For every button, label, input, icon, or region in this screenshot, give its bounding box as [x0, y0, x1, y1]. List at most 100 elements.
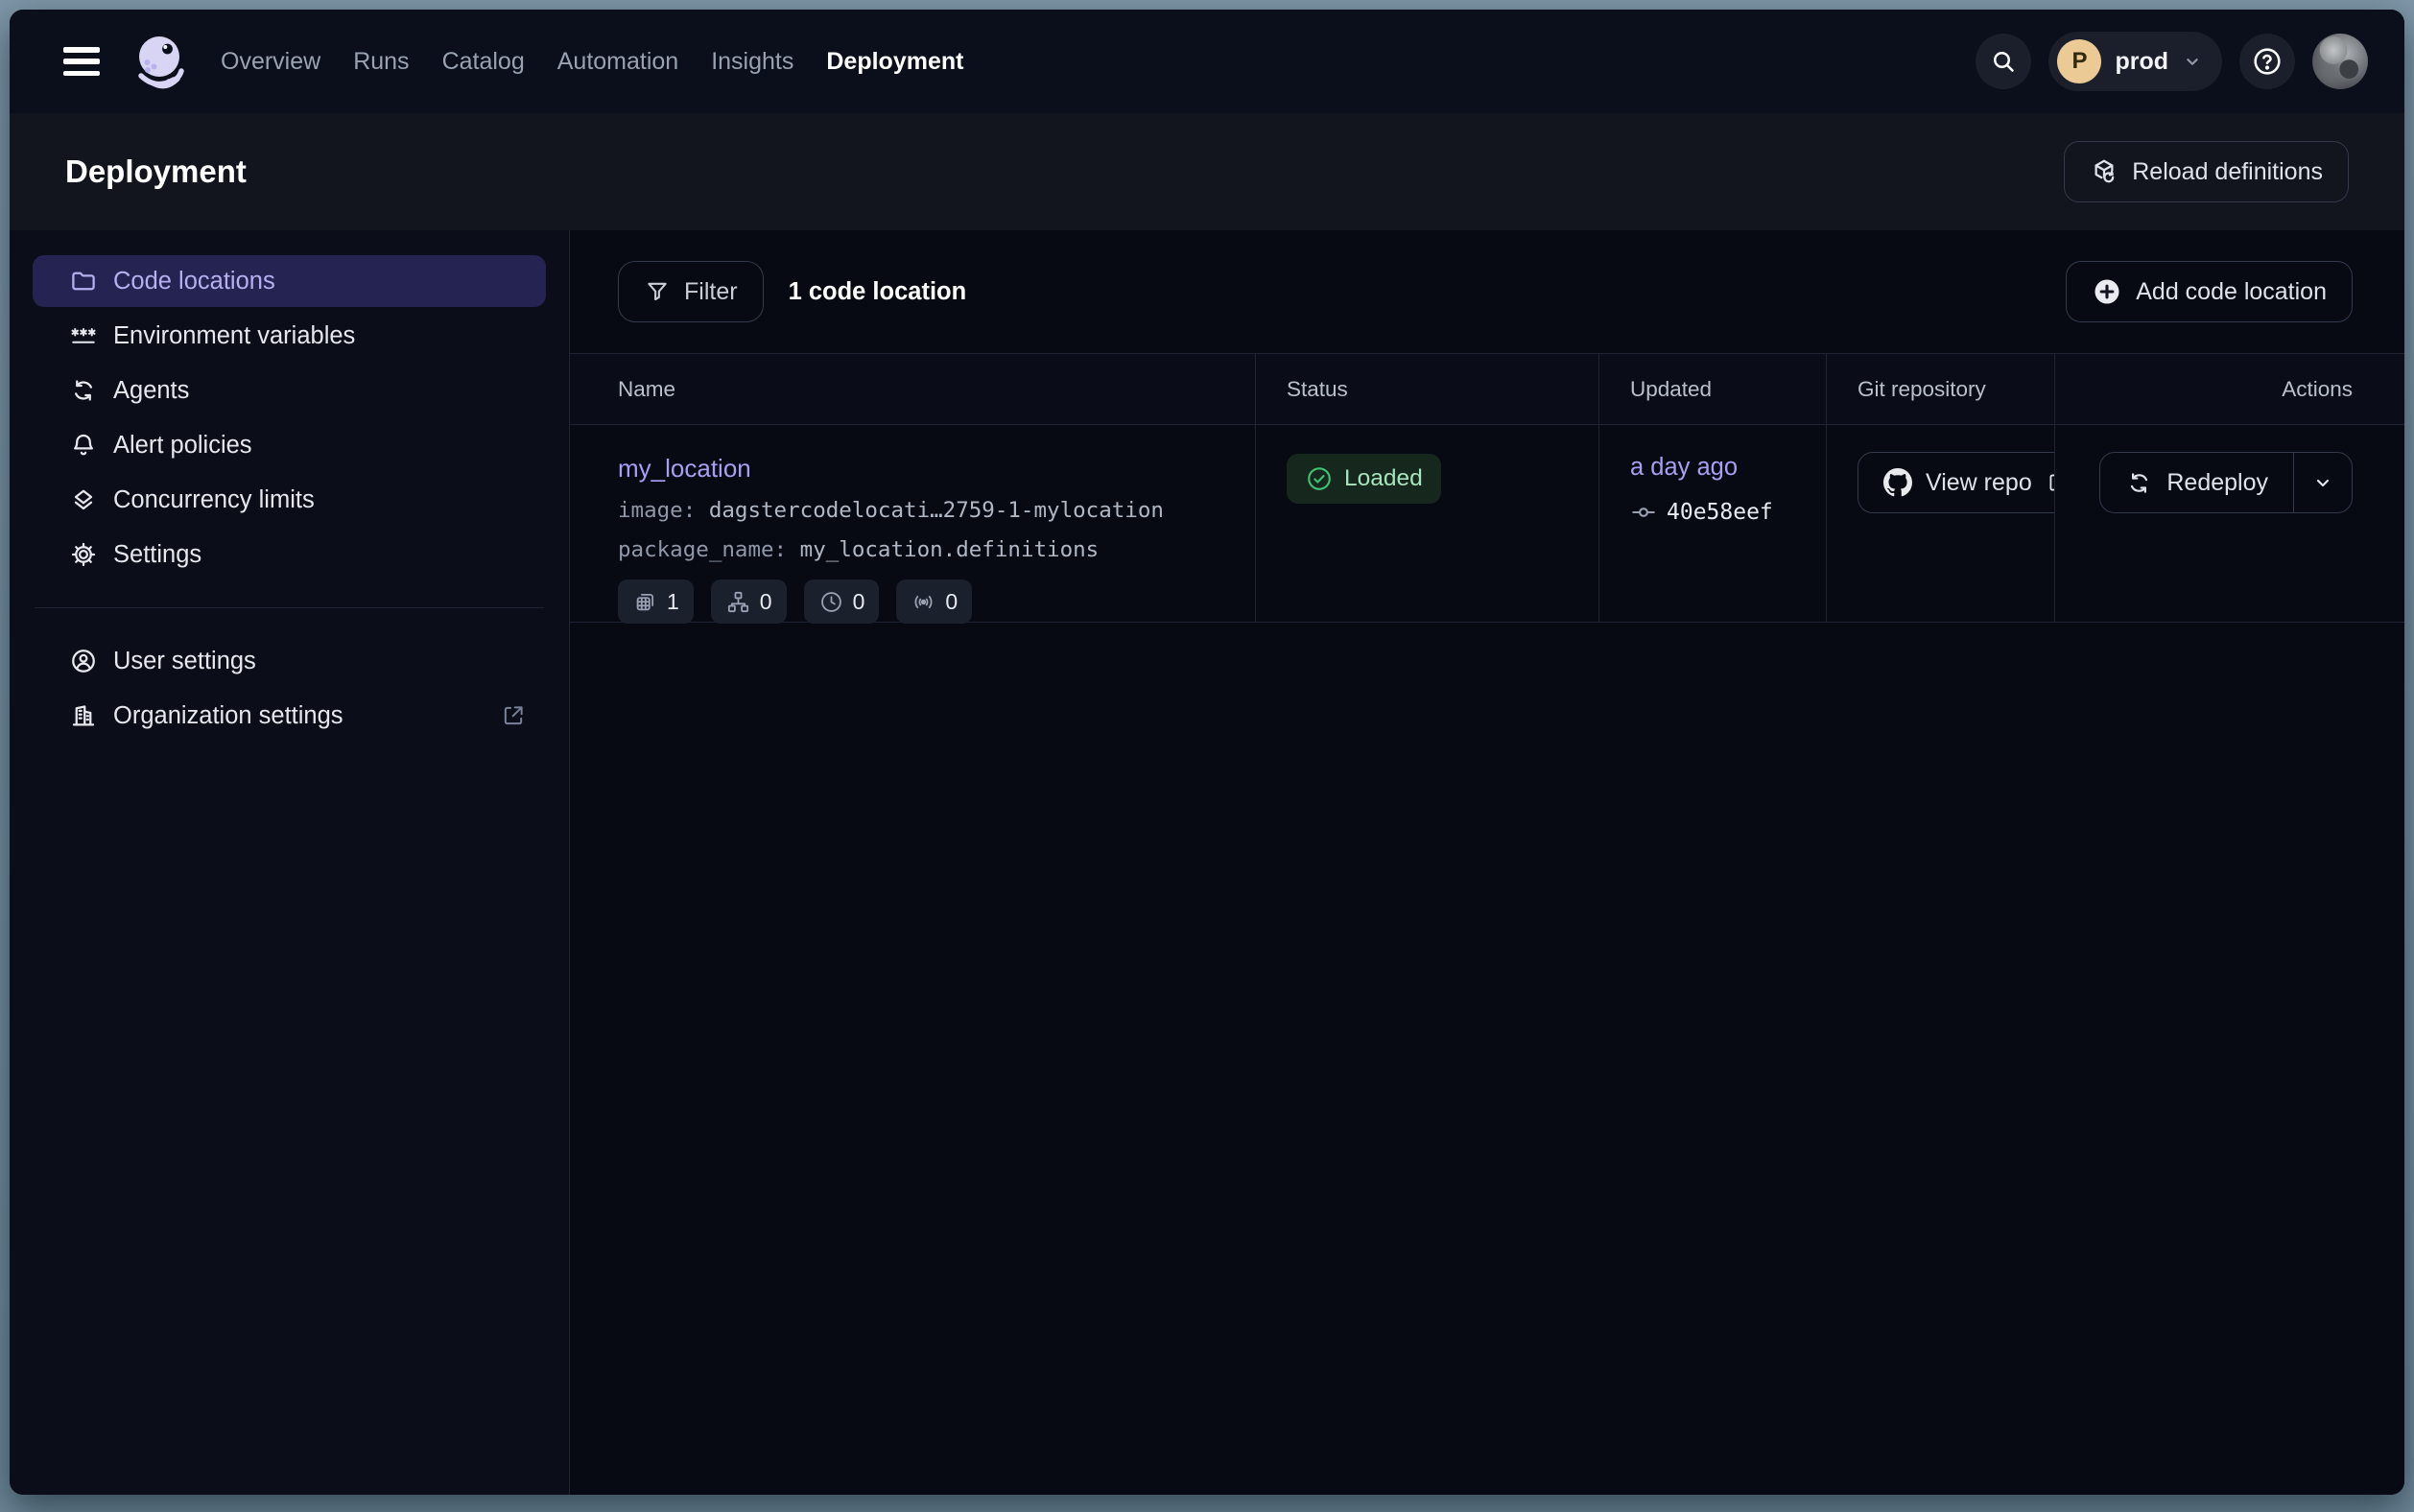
- schedules-count-badge: 0: [804, 579, 880, 624]
- nav-item-deployment[interactable]: Deployment: [826, 48, 963, 76]
- reload-definitions-button[interactable]: Reload definitions: [2064, 141, 2349, 202]
- jobs-count-badge: 0: [711, 579, 787, 624]
- commit-hash: 40e58eef: [1667, 500, 1773, 525]
- primary-nav: Overview Runs Catalog Automation Insight…: [221, 48, 963, 76]
- status-cell: Loaded: [1255, 425, 1598, 623]
- top-navbar: Overview Runs Catalog Automation Insight…: [10, 10, 2404, 113]
- sidebar-item-label: Settings: [113, 541, 201, 569]
- sidebar-item-label: Environment variables: [113, 322, 355, 350]
- updated-time-link[interactable]: a day ago: [1630, 454, 1738, 482]
- dagster-logo-icon[interactable]: [130, 31, 192, 92]
- page-title: Deployment: [65, 154, 2064, 190]
- jobs-count: 0: [760, 589, 772, 615]
- redeploy-button[interactable]: Redeploy: [2099, 452, 2293, 513]
- redeploy-more-actions-button[interactable]: [2293, 452, 2353, 513]
- hamburger-menu-icon[interactable]: [63, 47, 100, 76]
- sidebar-item-label: Code locations: [113, 268, 275, 295]
- nav-item-catalog[interactable]: Catalog: [442, 48, 525, 76]
- code-location-link[interactable]: my_location: [618, 454, 751, 484]
- main-panel: Filter 1 code location Add code location: [570, 230, 2404, 1495]
- env-variables-icon: [69, 321, 98, 350]
- sidebar-item-alert-policies[interactable]: Alert policies: [33, 419, 546, 471]
- help-button[interactable]: [2239, 34, 2295, 89]
- sidebar-item-label: Agents: [113, 377, 189, 405]
- redeploy-sync-icon: [2125, 469, 2153, 497]
- deployment-switcher[interactable]: P prod: [2048, 32, 2222, 91]
- table-row: my_location image: dagstercodelocati…275…: [570, 425, 2404, 623]
- git-commit-icon: [1630, 499, 1657, 526]
- sidebar-item-code-locations[interactable]: Code locations: [33, 255, 546, 307]
- external-link-icon: [500, 702, 527, 729]
- code-locations-toolbar: Filter 1 code location Add code location: [570, 230, 2404, 353]
- app-window: Overview Runs Catalog Automation Insight…: [10, 10, 2404, 1495]
- sidebar-item-label: Alert policies: [113, 432, 252, 460]
- nav-item-overview[interactable]: Overview: [221, 48, 320, 76]
- clock-icon: [818, 589, 844, 615]
- github-icon: [1883, 468, 1912, 497]
- sidebar-item-label: Concurrency limits: [113, 486, 315, 514]
- search-button[interactable]: [1976, 34, 2031, 89]
- code-locations-table: Name Status Updated Git repository Actio…: [570, 353, 2404, 623]
- status-label: Loaded: [1344, 465, 1423, 492]
- external-link-icon: [2046, 470, 2054, 495]
- navbar-right-cluster: P prod: [1976, 32, 2368, 91]
- sidebar-item-user-settings[interactable]: User settings: [33, 635, 546, 687]
- filter-funnel-icon: [644, 278, 671, 305]
- column-header-updated: Updated: [1598, 354, 1826, 425]
- search-icon: [1989, 47, 2018, 76]
- table-header-row: Name Status Updated Git repository Actio…: [570, 354, 2404, 425]
- sensors-count-badge: 0: [896, 579, 972, 624]
- sidebar-item-concurrency-limits[interactable]: Concurrency limits: [33, 474, 546, 526]
- page-header: Deployment Reload definitions: [10, 113, 2404, 230]
- code-location-count: 1 code location: [789, 278, 967, 306]
- filter-button[interactable]: Filter: [618, 261, 764, 322]
- deployment-name: prod: [2115, 48, 2168, 76]
- updated-cell: a day ago 40e58eef: [1598, 425, 1826, 623]
- assets-count: 1: [667, 589, 679, 615]
- add-code-location-label: Add code location: [2136, 278, 2327, 306]
- view-repo-button[interactable]: View repo: [1858, 452, 2054, 513]
- layers-icon: [69, 485, 98, 514]
- commit-row: 40e58eef: [1630, 499, 1826, 526]
- agents-sync-icon: [69, 376, 98, 405]
- chevron-down-icon: [2182, 51, 2203, 72]
- view-repo-label: View repo: [1926, 469, 2032, 497]
- sidebar-item-settings[interactable]: Settings: [33, 529, 546, 580]
- package-label: package_name:: [618, 537, 787, 562]
- reload-definitions-label: Reload definitions: [2132, 158, 2323, 186]
- definition-count-badges: 1 0: [618, 579, 1255, 624]
- check-circle-icon: [1305, 464, 1334, 493]
- help-icon: [2251, 45, 2284, 78]
- image-line: image: dagstercodelocati…2759-1-mylocati…: [618, 498, 1255, 523]
- content-area: Code locations Environment variables: [10, 230, 2404, 1495]
- name-cell: my_location image: dagstercodelocati…275…: [570, 425, 1255, 623]
- sidebar-item-organization-settings[interactable]: Organization settings: [33, 690, 546, 742]
- sidebar-item-agents[interactable]: Agents: [33, 365, 546, 416]
- package-line: package_name: my_location.definitions: [618, 537, 1255, 562]
- column-header-actions: Actions: [2054, 354, 2404, 425]
- image-label: image:: [618, 498, 696, 523]
- sidebar-divider: [35, 607, 544, 608]
- package-value: my_location.definitions: [800, 537, 1100, 562]
- sidebar-item-label: Organization settings: [113, 702, 485, 730]
- sensor-icon: [911, 589, 936, 615]
- plus-circle-icon: [2092, 276, 2122, 307]
- chevron-down-icon: [2311, 471, 2334, 494]
- sidebar-item-environment-variables[interactable]: Environment variables: [33, 310, 546, 362]
- nav-item-insights[interactable]: Insights: [711, 48, 793, 76]
- nav-item-runs[interactable]: Runs: [353, 48, 409, 76]
- git-repository-cell: View repo: [1826, 425, 2054, 623]
- desktop-frame: Overview Runs Catalog Automation Insight…: [0, 0, 2414, 1512]
- column-header-git-repository: Git repository: [1826, 354, 2054, 425]
- gear-icon: [69, 540, 98, 569]
- sidebar-item-label: User settings: [113, 648, 256, 675]
- bell-icon: [69, 431, 98, 460]
- column-header-status: Status: [1255, 354, 1598, 425]
- add-code-location-button[interactable]: Add code location: [2066, 261, 2353, 322]
- redeploy-label: Redeploy: [2166, 469, 2268, 497]
- jobs-graph-icon: [725, 589, 751, 615]
- sensors-count: 0: [945, 589, 958, 615]
- actions-cell: Redeploy: [2054, 425, 2404, 623]
- nav-item-automation[interactable]: Automation: [557, 48, 678, 76]
- user-avatar[interactable]: [2312, 34, 2368, 89]
